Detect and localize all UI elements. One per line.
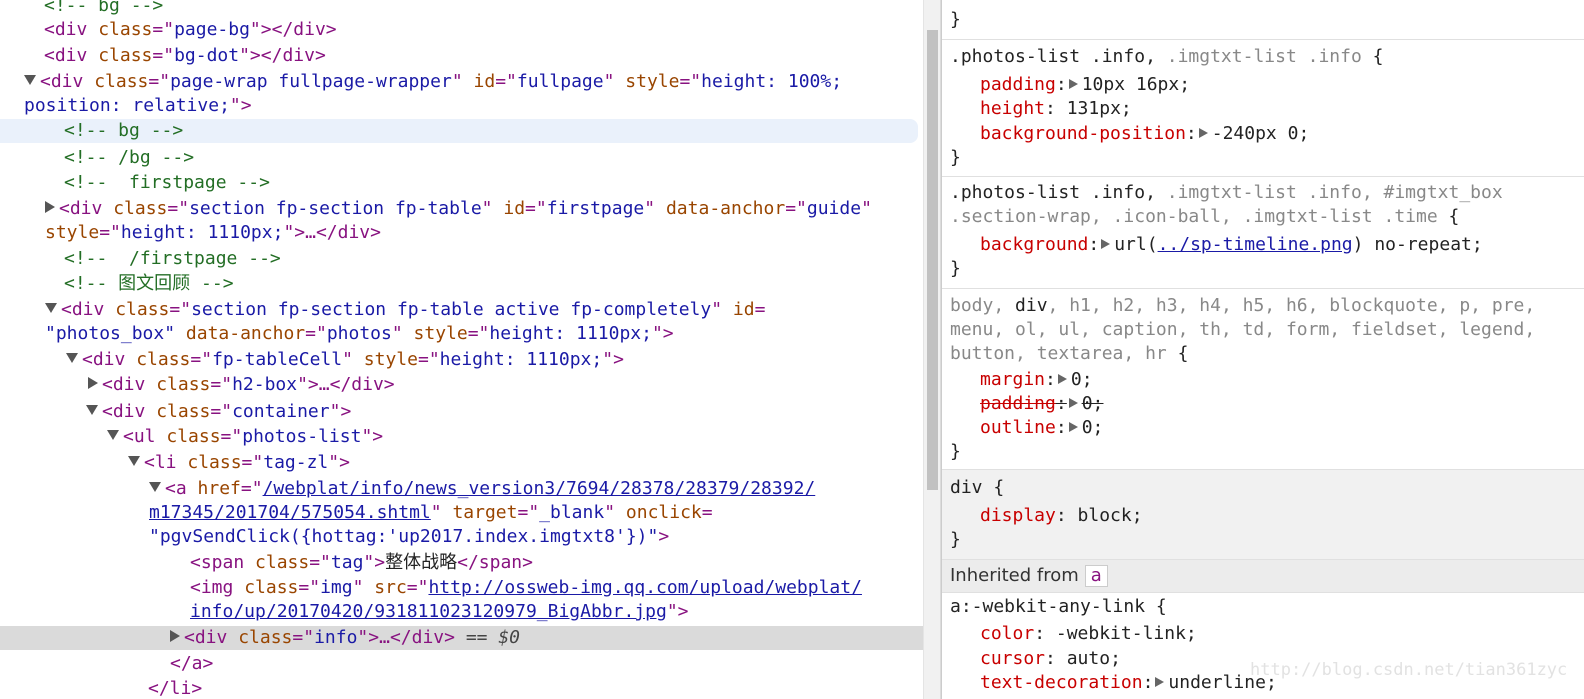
- tree-line-tablecell[interactable]: <div class="fp-tableCell" style="height:…: [66, 348, 624, 372]
- expand-value-icon[interactable]: [1101, 239, 1111, 249]
- rule-selector[interactable]: .photos-list .info, .imgtxt-list .info, …: [950, 181, 1503, 205]
- tree-line-container[interactable]: <div class="container">: [86, 400, 351, 424]
- expand-value-icon[interactable]: [1068, 79, 1078, 89]
- rule-selector[interactable]: body, div, h1, h2, h3, h4, h5, h6, block…: [950, 294, 1535, 318]
- collapse-triangle-icon[interactable]: [45, 201, 55, 213]
- expand-value-icon[interactable]: [1068, 398, 1078, 408]
- rule-selector[interactable]: button, textarea, hr {: [950, 342, 1188, 366]
- expand-value-icon[interactable]: [1198, 128, 1208, 138]
- css-rule-any-link: a:-webkit-any-link { color: -webkit-link…: [942, 593, 1584, 699]
- css-prop-text-decoration[interactable]: text-decoration: underline;: [980, 671, 1277, 695]
- collapse-triangle-icon[interactable]: [170, 630, 180, 642]
- rule-brace: }: [950, 529, 961, 550]
- expand-triangle-icon[interactable]: [86, 405, 98, 415]
- image-url-link[interactable]: ../sp-timeline.png: [1158, 234, 1353, 255]
- rule-selector[interactable]: .photos-list .info, .imgtxt-list .info {: [950, 45, 1384, 69]
- rule-brace: }: [950, 441, 961, 462]
- expand-triangle-icon[interactable]: [149, 482, 161, 492]
- rule-selector[interactable]: a:-webkit-any-link {: [950, 595, 1167, 619]
- expand-value-icon[interactable]: [1057, 374, 1067, 384]
- tree-line-photos-list[interactable]: <ul class="photos-list">: [107, 425, 383, 449]
- tree-line-cont: position: relative;">: [24, 95, 252, 116]
- tree-line-info-selected[interactable]: <div class="info">…</div> == $0: [170, 626, 520, 650]
- src-link[interactable]: info/up/20170420/931811023120979_BigAbbr…: [190, 601, 667, 622]
- rule-selector[interactable]: div {: [950, 476, 1004, 500]
- tree-line-span[interactable]: <span class="tag">整体战略</span>: [190, 551, 533, 575]
- styles-panel: } .photos-list .info, .imgtxt-list .info…: [941, 0, 1584, 699]
- src-link[interactable]: http://ossweb-img.qq.com/upload/webplat/: [428, 577, 861, 598]
- expand-triangle-icon[interactable]: [45, 303, 57, 313]
- tree-line[interactable]: <!-- bg -->: [44, 0, 163, 18]
- expand-triangle-icon[interactable]: [107, 430, 119, 440]
- css-prop-height[interactable]: height: 131px;: [980, 97, 1132, 121]
- tree-line[interactable]: <!-- bg -->: [64, 119, 183, 143]
- expand-value-icon[interactable]: [1068, 422, 1078, 432]
- tree-line-cont: "photos_box" data-anchor="photos" style=…: [45, 323, 674, 344]
- tree-line[interactable]: <!-- /firstpage -->: [64, 247, 281, 271]
- rule-brace: }: [950, 258, 961, 279]
- tree-line-h2box[interactable]: <div class="h2-box">…</div>: [88, 373, 395, 397]
- href-link[interactable]: /webplat/info/news_version3/7694/28378/2…: [263, 478, 816, 499]
- tree-line-cont: "pgvSendClick({hottag:'up2017.index.imgt…: [149, 526, 670, 547]
- css-rule-photos-info: .photos-list .info, .imgtxt-list .info {…: [942, 40, 1584, 177]
- expand-triangle-icon[interactable]: [66, 353, 78, 363]
- inherited-label: Inherited from a: [950, 564, 1108, 588]
- expand-value-icon[interactable]: [1155, 677, 1165, 687]
- tree-line-firstpage[interactable]: <div class="section fp-section fp-table"…: [45, 197, 872, 221]
- inherited-header: Inherited from a: [942, 560, 1584, 593]
- tree-line[interactable]: <!-- 图文回顾 -->: [64, 272, 234, 296]
- css-prop-color[interactable]: color: -webkit-link;: [980, 622, 1197, 646]
- rule-selector[interactable]: .section-wrap, .icon-ball, .imgtxt-list …: [950, 205, 1459, 229]
- rule-brace: }: [950, 9, 961, 30]
- tree-line[interactable]: <div class="page-bg"></div>: [44, 18, 337, 42]
- tree-line[interactable]: </li>: [148, 677, 202, 699]
- tree-line[interactable]: <!-- firstpage -->: [64, 171, 270, 195]
- collapse-triangle-icon[interactable]: [88, 377, 98, 389]
- rule-selector[interactable]: menu, ol, ul, caption, th, td, form, fie…: [950, 318, 1535, 342]
- tree-line-cont: m17345/201704/575054.shtml" target="_bla…: [149, 502, 713, 523]
- css-prop-padding[interactable]: padding: 10px 16px;: [980, 73, 1190, 97]
- tree-line-img[interactable]: <img class="img" src="http://ossweb-img.…: [190, 576, 862, 600]
- tree-line-fullpage[interactable]: <div class="page-wrap fullpage-wrapper" …: [24, 70, 842, 94]
- css-prop-cursor[interactable]: cursor: auto;: [980, 647, 1121, 671]
- elements-scrollbar[interactable]: [923, 0, 941, 699]
- css-prop-margin[interactable]: margin: 0;: [980, 368, 1093, 392]
- watermark: http://blog.csdn.net/tian361zyc: [1250, 660, 1568, 680]
- elements-panel: <!-- bg --> <div class="page-bg"></div> …: [0, 0, 923, 699]
- tree-line[interactable]: <!-- /bg -->: [64, 146, 194, 170]
- css-prop-padding-overridden[interactable]: padding: 0;: [980, 392, 1103, 416]
- tree-line-cont: style="height: 1110px;">…</div>: [45, 222, 381, 243]
- rule-brace: }: [950, 147, 961, 168]
- href-link[interactable]: m17345/201704/575054.shtml: [149, 502, 431, 523]
- tree-line-anchor[interactable]: <a href="/webplat/info/news_version3/769…: [149, 477, 815, 501]
- expand-triangle-icon[interactable]: [24, 75, 36, 85]
- tree-line-li[interactable]: <li class="tag-zl">: [128, 451, 350, 475]
- css-prop-display[interactable]: display: block;: [980, 504, 1143, 528]
- tree-line[interactable]: </a>: [170, 652, 213, 676]
- css-prop-bgpos[interactable]: background-position: -240px 0;: [980, 122, 1309, 146]
- tree-line-photos-box[interactable]: <div class="section fp-section fp-table …: [45, 298, 765, 322]
- css-rule-prev: }: [942, 0, 1584, 40]
- css-prop-outline[interactable]: outline: 0;: [980, 416, 1103, 440]
- tree-line-cont: info/up/20170420/931811023120979_BigAbbr…: [190, 601, 689, 622]
- tree-line[interactable]: <div class="bg-dot"></div>: [44, 44, 326, 68]
- inherited-element-link[interactable]: a: [1084, 565, 1108, 587]
- css-prop-background[interactable]: background: url(../sp-timeline.png) no-re…: [980, 233, 1483, 257]
- css-rule-background: .photos-list .info, .imgtxt-list .info, …: [942, 177, 1584, 289]
- scrollbar-thumb[interactable]: [927, 30, 938, 490]
- css-rule-div: div { display: block; }: [942, 470, 1584, 560]
- expand-triangle-icon[interactable]: [128, 456, 140, 466]
- css-rule-reset: body, div, h1, h2, h3, h4, h5, h6, block…: [942, 289, 1584, 470]
